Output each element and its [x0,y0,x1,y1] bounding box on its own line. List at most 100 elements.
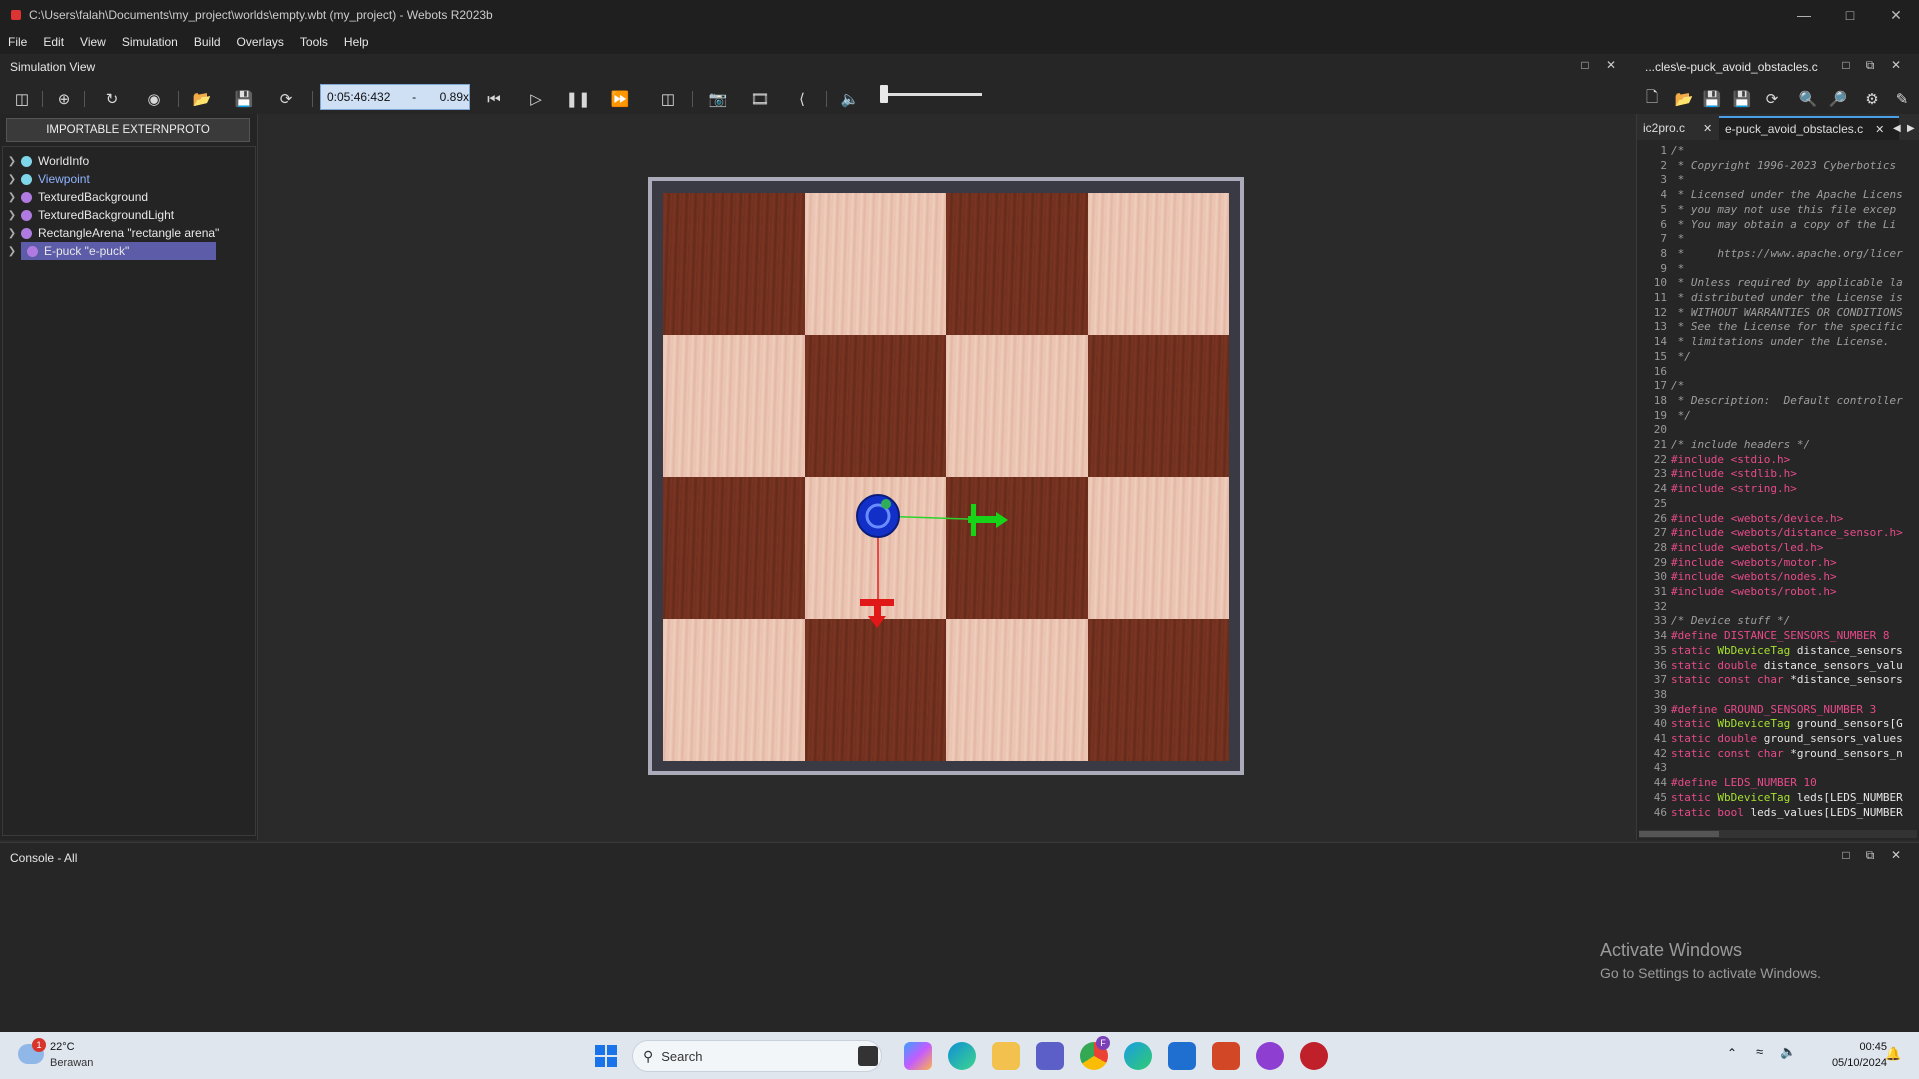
console-restore-icon[interactable]: ⧉ [1862,848,1878,863]
code-line[interactable]: 26 #include <webots/device.h> [1637,512,1919,527]
revert-file-icon[interactable]: ⟳ [1760,87,1784,111]
share-icon[interactable]: ⟨ [790,87,814,111]
code-line[interactable]: 20 [1637,423,1919,438]
step-icon[interactable]: ▷ [524,87,548,111]
code-line[interactable]: 37 static const char *distance_sensors [1637,673,1919,688]
console-float-icon[interactable]: □ [1838,848,1854,862]
code-line[interactable]: 15 */ [1637,350,1919,365]
tree-node-epuck[interactable]: ❯ E-puck "e-puck" [3,241,253,261]
weather-temp[interactable]: 22°C [50,1041,75,1053]
expand-arrow-icon[interactable]: ❯ [3,210,21,221]
reset-simulation-icon[interactable]: ⏮ [482,87,506,111]
code-line[interactable]: 31 #include <webots/robot.h> [1637,585,1919,600]
code-line[interactable]: 39 #define GROUND_SENSORS_NUMBER 3 [1637,703,1919,718]
code-line[interactable]: 10 * Unless required by applicable la [1637,276,1919,291]
volume-icon[interactable]: 🔈 [1780,1044,1796,1060]
code-line[interactable]: 28 #include <webots/led.h> [1637,541,1919,556]
code-line[interactable]: 12 * WITHOUT WARRANTIES OR CONDITIONS [1637,306,1919,321]
chrome-icon[interactable]: F [1080,1036,1110,1070]
editor-close-icon[interactable]: ✕ [1888,58,1904,72]
console-close-icon[interactable]: ✕ [1888,848,1904,862]
task-view-icon[interactable] [858,1046,878,1066]
code-line[interactable]: 4 * Licensed under the Apache Licens [1637,188,1919,203]
build-settings-icon[interactable]: ⚙ [1860,87,1884,111]
notification-bell-icon[interactable]: 🔔 [1885,1046,1901,1062]
copilot-icon[interactable] [904,1042,932,1070]
follow-object-icon[interactable]: ↻ [100,87,124,111]
maximize-icon[interactable]: □ [1827,0,1873,30]
expand-arrow-icon[interactable]: ❯ [3,246,21,257]
expand-arrow-icon[interactable]: ❯ [3,192,21,203]
code-line[interactable]: 16 [1637,365,1919,380]
x-rotate-handle[interactable] [971,504,976,536]
open-file-icon[interactable]: 📂 [1672,87,1696,111]
code-line[interactable]: 42 static const char *ground_sensors_n [1637,747,1919,762]
teams-icon[interactable] [1036,1042,1064,1070]
code-line[interactable]: 44 #define LEDS_NUMBER 10 [1637,776,1919,791]
record-movie-icon[interactable]: 🎞 [748,87,772,111]
code-line[interactable]: 33 /* Device stuff */ [1637,614,1919,629]
code-line[interactable]: 24 #include <string.h> [1637,482,1919,497]
menu-tools[interactable]: Tools [292,35,336,49]
minimize-icon[interactable]: — [1781,0,1827,30]
edge-icon[interactable] [948,1042,976,1070]
menu-file[interactable]: File [0,35,35,49]
weather-desc[interactable]: Berawan [50,1057,93,1069]
tree-node-rectangle-arena[interactable]: ❯ RectangleArena "rectangle arena" [3,223,253,243]
scrollbar-thumb[interactable] [1639,831,1719,837]
tree-node-worldinfo[interactable]: ❯ WorldInfo [3,151,253,171]
webots-taskbar-icon[interactable] [1300,1042,1328,1070]
windows-start-icon[interactable] [592,1042,620,1070]
code-line[interactable]: 46 static bool leds_values[LEDS_NUMBER [1637,806,1919,821]
taskbar-search[interactable]: ⚲ Search [632,1040,882,1072]
replace-icon[interactable]: 🔎 [1826,87,1850,111]
code-line[interactable]: 19 */ [1637,409,1919,424]
z-axis-arrow-icon[interactable] [868,616,886,628]
toggle-scene-tree-icon[interactable]: ◫ [10,87,34,111]
pause-icon[interactable]: ❚❚ [565,87,590,111]
horizontal-scrollbar[interactable] [1639,830,1917,838]
code-area[interactable]: 1 /* 2 * Copyright 1996-2023 Cyberbotics 3 … [1637,144,1919,828]
add-node-icon[interactable]: ⊕ [52,87,76,111]
rendering-toggle-icon[interactable]: ◫ [656,87,680,111]
code-line[interactable]: 32 [1637,600,1919,615]
code-line[interactable]: 7 * [1637,232,1919,247]
code-line[interactable]: 45 static WbDeviceTag leds[LEDS_NUMBER [1637,791,1919,806]
code-line[interactable]: 17 /* [1637,379,1919,394]
code-line[interactable]: 21 /* include headers */ [1637,438,1919,453]
code-line[interactable]: 30 #include <webots/nodes.h> [1637,570,1919,585]
expand-arrow-icon[interactable]: ❯ [3,174,21,185]
menu-edit[interactable]: Edit [35,35,72,49]
menu-overlays[interactable]: Overlays [229,35,292,49]
code-line[interactable]: 23 #include <stdlib.h> [1637,467,1919,482]
code-line[interactable]: 11 * distributed under the License is [1637,291,1919,306]
edge-beta-icon[interactable] [1124,1042,1152,1070]
menu-view[interactable]: View [72,35,114,49]
store-icon[interactable] [1168,1042,1196,1070]
volume-slider-knob[interactable] [880,85,888,103]
code-line[interactable]: 38 [1637,688,1919,703]
code-line[interactable]: 41 static double ground_sensors_values [1637,732,1919,747]
close-dock-icon[interactable]: ✕ [1603,58,1619,72]
code-line[interactable]: 1 /* [1637,144,1919,159]
tab-scroll-right-icon[interactable]: ▶ [1901,116,1919,140]
epuck-robot[interactable] [848,490,1028,650]
powerpoint-icon[interactable] [1212,1042,1240,1070]
code-line[interactable]: 2 * Copyright 1996-2023 Cyberbotics [1637,159,1919,174]
view-eye-icon[interactable]: ◉ [142,87,166,111]
menu-build[interactable]: Build [186,35,229,49]
code-line[interactable]: 34 #define DISTANCE_SENSORS_NUMBER 8 [1637,629,1919,644]
reload-world-icon[interactable]: ⟳ [274,87,298,111]
volume-slider-track[interactable] [880,93,982,96]
tree-node-viewpoint[interactable]: ❯ Viewpoint [3,169,253,189]
show-hidden-icons-icon[interactable]: ⌃ [1727,1046,1737,1060]
close-icon[interactable]: ✕ [1873,0,1919,30]
menu-simulation[interactable]: Simulation [114,35,186,49]
code-line[interactable]: 18 * Description: Default controller [1637,394,1919,409]
clock-date[interactable]: 05/10/2024 [1817,1057,1887,1069]
code-line[interactable]: 3 * [1637,173,1919,188]
arena-floor[interactable] [663,193,1229,761]
importable-externproto-button[interactable]: IMPORTABLE EXTERNPROTO [6,118,250,142]
wifi-icon[interactable]: ≈ [1756,1044,1763,1059]
mute-icon[interactable]: 🔈 [838,87,862,111]
